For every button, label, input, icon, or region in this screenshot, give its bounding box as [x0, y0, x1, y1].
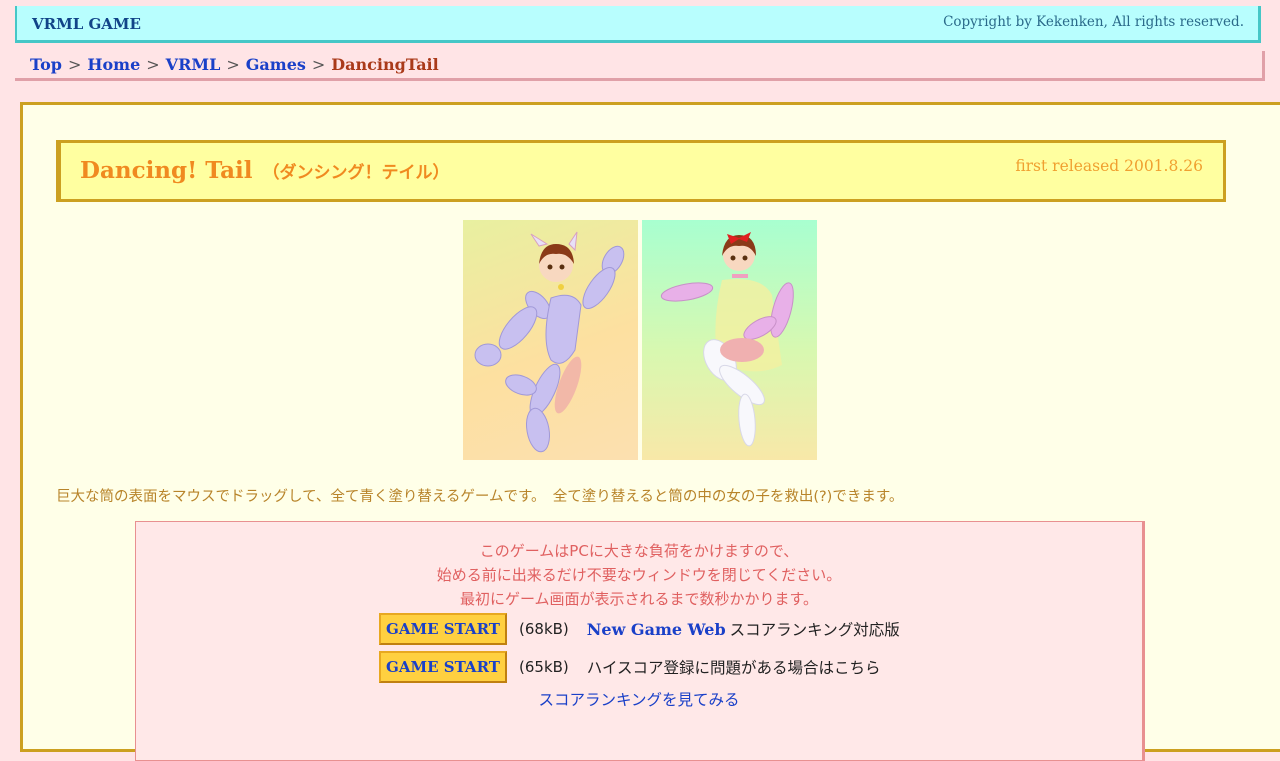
- bow-girl-figure: [660, 232, 794, 447]
- notice-box: このゲームはPCに大きな負荷をかけますので、 始める前に出来るだけ不要なウィンド…: [135, 521, 1145, 761]
- breadcrumb-separator: >: [226, 55, 240, 74]
- breadcrumb-vrml[interactable]: VRML: [166, 55, 221, 74]
- copyright-text: Copyright by Kekenken, All rights reserv…: [943, 14, 1244, 30]
- game-title: Dancing! Tail （ダンシング！テイル）: [80, 157, 450, 184]
- header-bar: VRML GAME Copyright by Kekenken, All rig…: [15, 6, 1261, 43]
- score-ranking-link[interactable]: スコアランキングを見てみる: [136, 688, 1142, 710]
- file-size-2: (65kB): [519, 658, 569, 676]
- start-row-2: GAME START (65kB) ハイスコア登録に問題がある場合はこちら: [379, 650, 881, 684]
- new-game-web-link[interactable]: New Game Web: [587, 620, 726, 639]
- game-title-bar: Dancing! Tail （ダンシング！テイル） first released …: [56, 140, 1226, 202]
- game-title-text: Dancing! Tail: [80, 157, 253, 184]
- game-start-button-1[interactable]: GAME START: [379, 613, 507, 645]
- notice-line-3: 最初にゲーム画面が表示されるまで数秒かかります。: [459, 590, 819, 608]
- main-panel: Dancing! Tail （ダンシング！テイル） first released …: [20, 102, 1280, 761]
- file-size-1: (68kB): [519, 620, 569, 638]
- breadcrumb-separator: >: [67, 55, 82, 74]
- breadcrumb: Top > Home > VRML > Games > DancingTail: [15, 51, 1265, 81]
- game-start-button-2[interactable]: GAME START: [379, 651, 507, 683]
- game-screenshot-cat-girl: [463, 220, 638, 460]
- notice-line-2: 始める前に出来るだけ不要なウィンドウを閉じてください。: [436, 566, 842, 584]
- breadcrumb-current: DancingTail: [331, 55, 439, 74]
- breadcrumb-games[interactable]: Games: [246, 55, 306, 74]
- notice-line-1: このゲームはPCに大きな負荷をかけますので、: [479, 542, 799, 560]
- site-title: VRML GAME: [32, 15, 141, 33]
- game-screenshot-bow-girl: [642, 220, 817, 460]
- start-note-1: スコアランキング対応版: [729, 621, 900, 639]
- breadcrumb-home[interactable]: Home: [87, 55, 140, 74]
- breadcrumb-top[interactable]: Top: [30, 55, 62, 74]
- breadcrumb-separator: >: [311, 55, 326, 74]
- start-note-2: ハイスコア登録に問題がある場合はこちら: [586, 659, 881, 677]
- release-date: first released 2001.8.26: [1015, 157, 1203, 175]
- start-row-1: GAME START (68kB) New Game Web スコアランキング対…: [379, 612, 900, 646]
- game-description: 巨大な筒の表面をマウスでドラッグして、全て青く塗り替えるゲームです。 全て塗り替…: [56, 489, 904, 505]
- game-title-kana: （ダンシング！テイル）: [262, 163, 450, 183]
- breadcrumb-separator: >: [146, 55, 160, 74]
- cat-girl-figure: [474, 231, 625, 453]
